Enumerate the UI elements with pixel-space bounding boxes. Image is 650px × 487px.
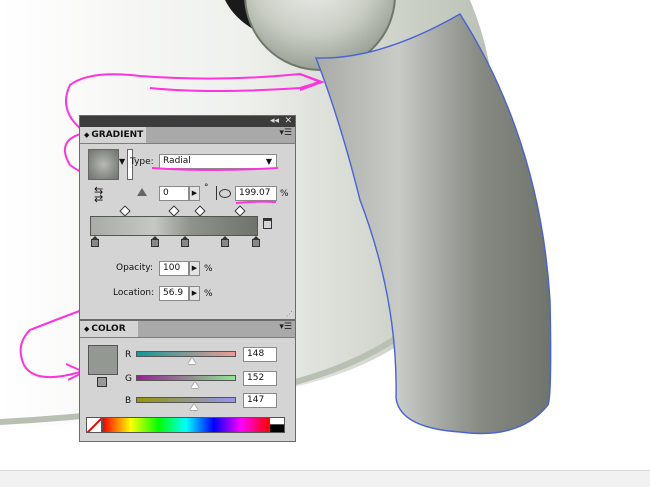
opacity-unit: % xyxy=(204,264,213,274)
midpoint-diamond[interactable] xyxy=(234,205,246,217)
gradient-stop[interactable] xyxy=(221,236,229,247)
g-label: G xyxy=(125,374,132,384)
black-swatch[interactable] xyxy=(269,424,285,433)
swatch-dropdown-icon[interactable]: ▼ xyxy=(119,157,125,166)
midpoint-diamond[interactable] xyxy=(168,205,180,217)
color-spectrum-bar[interactable] xyxy=(102,417,270,433)
tab-gradient-label: GRADIENT xyxy=(91,130,144,140)
type-dropdown-icon[interactable]: ▼ xyxy=(266,155,272,168)
b-slider[interactable] xyxy=(136,397,236,403)
midpoint-diamond[interactable] xyxy=(119,205,131,217)
tab-toggle-icon[interactable]: ◆ xyxy=(84,325,89,333)
fill-color-swatch[interactable] xyxy=(88,345,118,375)
panel-menu-icon[interactable]: ▾☰ xyxy=(279,322,292,332)
midpoint-diamond[interactable] xyxy=(194,205,206,217)
color-panel: ◆ COLOR ▾☰ R 148 G 152 B 147 xyxy=(79,320,296,442)
g-input[interactable]: 152 xyxy=(243,371,277,386)
gradient-slider-bar[interactable] xyxy=(90,216,258,236)
aspect-unit: % xyxy=(280,189,289,199)
none-swatch[interactable] xyxy=(86,417,102,433)
location-stepper[interactable]: ▶ xyxy=(189,286,200,301)
location-input[interactable]: 56.9 xyxy=(159,286,189,301)
collapse-icon[interactable]: ◂◂ xyxy=(270,115,279,127)
resize-grip-icon[interactable]: ⋰ xyxy=(286,310,293,318)
g-slider-thumb[interactable] xyxy=(191,382,199,388)
gradient-stop[interactable] xyxy=(91,236,99,247)
trash-icon[interactable] xyxy=(263,218,272,229)
opacity-label: Opacity: xyxy=(116,263,153,273)
location-label: Location: xyxy=(113,288,155,298)
r-input[interactable]: 148 xyxy=(243,347,277,362)
gradient-swatch[interactable] xyxy=(88,149,119,180)
tab-gradient[interactable]: ◆ GRADIENT xyxy=(80,127,146,143)
panel-titlebar[interactable]: ◂◂ ✕ xyxy=(80,116,295,127)
type-select-value: Radial xyxy=(163,156,191,166)
aspect-ratio-icon xyxy=(216,186,231,200)
gradient-panel: ◂◂ ✕ ◆ GRADIENT ▾☰ ▼ Type: Radial ▼ ⇆ ⇄ 0 … xyxy=(79,115,296,320)
tab-color[interactable]: ◆ COLOR xyxy=(80,321,138,337)
gradient-stop[interactable] xyxy=(151,236,159,247)
bottom-strip xyxy=(0,470,650,487)
panel-menu-icon[interactable]: ▾☰ xyxy=(279,128,292,138)
tab-color-label: COLOR xyxy=(91,324,126,334)
gradient-stop[interactable] xyxy=(252,236,260,247)
type-label: Type: xyxy=(130,157,154,167)
degree-symbol: ° xyxy=(204,183,209,193)
aspect-ratio-input[interactable]: 199.07 xyxy=(235,186,277,201)
lock-icon[interactable] xyxy=(97,377,107,387)
b-slider-thumb[interactable] xyxy=(190,404,198,410)
r-slider-thumb[interactable] xyxy=(188,358,196,364)
close-icon[interactable]: ✕ xyxy=(284,115,292,127)
angle-icon xyxy=(137,188,147,196)
angle-input[interactable]: 0 xyxy=(159,186,189,201)
gradient-tab-row: ◆ GRADIENT ▾☰ xyxy=(80,127,295,144)
opacity-input[interactable]: 100 xyxy=(159,261,189,276)
color-tab-row: ◆ COLOR ▾☰ xyxy=(80,321,295,338)
r-slider[interactable] xyxy=(136,351,236,357)
gradient-stop-selected[interactable] xyxy=(181,236,189,247)
opacity-stepper[interactable]: ▶ xyxy=(189,261,200,276)
location-unit: % xyxy=(204,289,213,299)
r-label: R xyxy=(125,350,132,360)
b-label: B xyxy=(125,396,132,406)
g-slider[interactable] xyxy=(136,375,236,381)
reverse-gradient-icon[interactable]: ⇆ ⇄ xyxy=(94,185,110,204)
type-select[interactable]: Radial ▼ xyxy=(159,154,277,169)
tab-toggle-icon[interactable]: ◆ xyxy=(84,131,89,139)
angle-stepper[interactable]: ▶ xyxy=(189,186,200,201)
b-input[interactable]: 147 xyxy=(243,393,277,408)
